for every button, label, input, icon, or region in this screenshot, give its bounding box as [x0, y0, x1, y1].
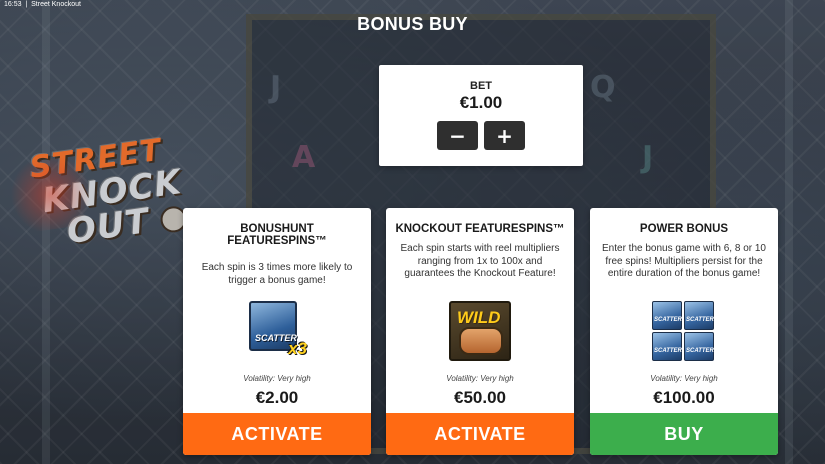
wild-label: WILD	[457, 308, 501, 327]
scatter-label: SCATTER	[654, 348, 682, 354]
activate-bonushunt-button[interactable]: ACTIVATE	[183, 413, 371, 455]
buy-power-bonus-button[interactable]: BUY	[590, 413, 778, 455]
volatility-label: Volatility: Very high	[446, 374, 514, 383]
scatter-tile: SCATTER	[684, 301, 714, 330]
status-app-title: Street Knockout	[31, 1, 81, 8]
status-time: 16:53	[4, 1, 22, 8]
knockout-card: KNOCKOUT FEATURESPINS™ Each spin starts …	[386, 208, 574, 455]
card-title: POWER BONUS	[639, 223, 729, 235]
card-description: Each spin is 3 times more likely to trig…	[201, 262, 353, 286]
scatter-x3-icon: SCATTER x3	[249, 301, 307, 359]
bet-panel: BET €1.00 − +	[379, 65, 583, 166]
bet-value: €1.00	[459, 93, 503, 112]
status-bar: 16:53 | Street Knockout	[4, 1, 81, 8]
wild-fist-icon: WILD	[449, 301, 511, 361]
scatter-label: SCATTER	[686, 317, 714, 323]
price-label: €100.00	[653, 388, 715, 407]
scatter-tile: SCATTER	[652, 332, 682, 361]
scatter-label: SCATTER	[654, 317, 682, 323]
power-bonus-card: POWER BONUS Enter the bonus game with 6,…	[590, 208, 778, 455]
scatter-tile: SCATTER	[684, 332, 714, 361]
scatter-label: SCATTER	[686, 348, 714, 354]
multiplier-label: x3	[288, 339, 307, 358]
page-title: BONUS BUY	[357, 14, 468, 34]
decrease-bet-button[interactable]: −	[437, 121, 478, 150]
volatility-label: Volatility: Very high	[243, 374, 311, 383]
price-label: €2.00	[255, 388, 299, 407]
logo-blood-splash	[1, 153, 101, 236]
increase-bet-button[interactable]: +	[484, 121, 525, 150]
minus-icon: −	[449, 123, 466, 148]
bet-label: BET	[470, 80, 492, 92]
card-title: BONUSHUNT FEATURESPINS™	[227, 223, 327, 247]
bonushunt-card: BONUSHUNT FEATURESPINS™ Each spin is 3 t…	[183, 208, 371, 455]
card-description: Each spin starts with reel multipliers r…	[400, 243, 560, 279]
activate-knockout-button[interactable]: ACTIVATE	[386, 413, 574, 455]
plus-icon: +	[496, 123, 513, 148]
price-label: €50.00	[454, 388, 506, 407]
fist-icon	[459, 327, 503, 355]
scatter-grid-icon: SCATTER SCATTER SCATTER SCATTER	[652, 301, 716, 363]
card-description: Enter the bonus game with 6, 8 or 10 fre…	[602, 243, 766, 279]
scatter-tile: SCATTER	[652, 301, 682, 330]
card-title: KNOCKOUT FEATURESPINS™	[395, 223, 565, 235]
volatility-label: Volatility: Very high	[650, 374, 718, 383]
